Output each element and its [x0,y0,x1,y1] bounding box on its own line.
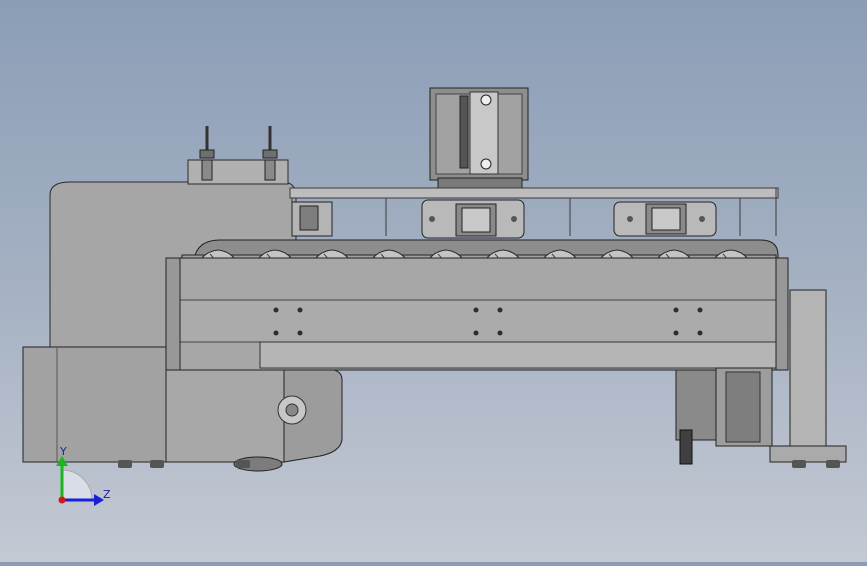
graphics-viewport[interactable]: Y Z [0,0,867,562]
guide-block-right [613,201,717,237]
top-motor [429,87,529,191]
beam-left-cap [165,257,181,371]
sensor-right [262,126,278,181]
guide-block-left [291,201,333,237]
right-motor-connector [679,429,693,465]
triad-z-label: Z [103,488,111,501]
model-view-svg[interactable]: Y Z [0,0,867,562]
main-beam-inner [179,299,777,343]
beam-right-cap [775,257,789,371]
triad-y-label: Y [59,445,67,458]
right-stand-base [769,445,847,463]
triad-plane-indicator [61,469,93,501]
left-gearbox [165,369,285,463]
sensor-left [199,126,215,181]
guide-block-center [421,199,525,239]
right-stand [789,289,827,447]
left-motor-housing [22,346,167,463]
triad-origin [58,496,66,504]
main-beam-lower-rail [259,341,777,369]
